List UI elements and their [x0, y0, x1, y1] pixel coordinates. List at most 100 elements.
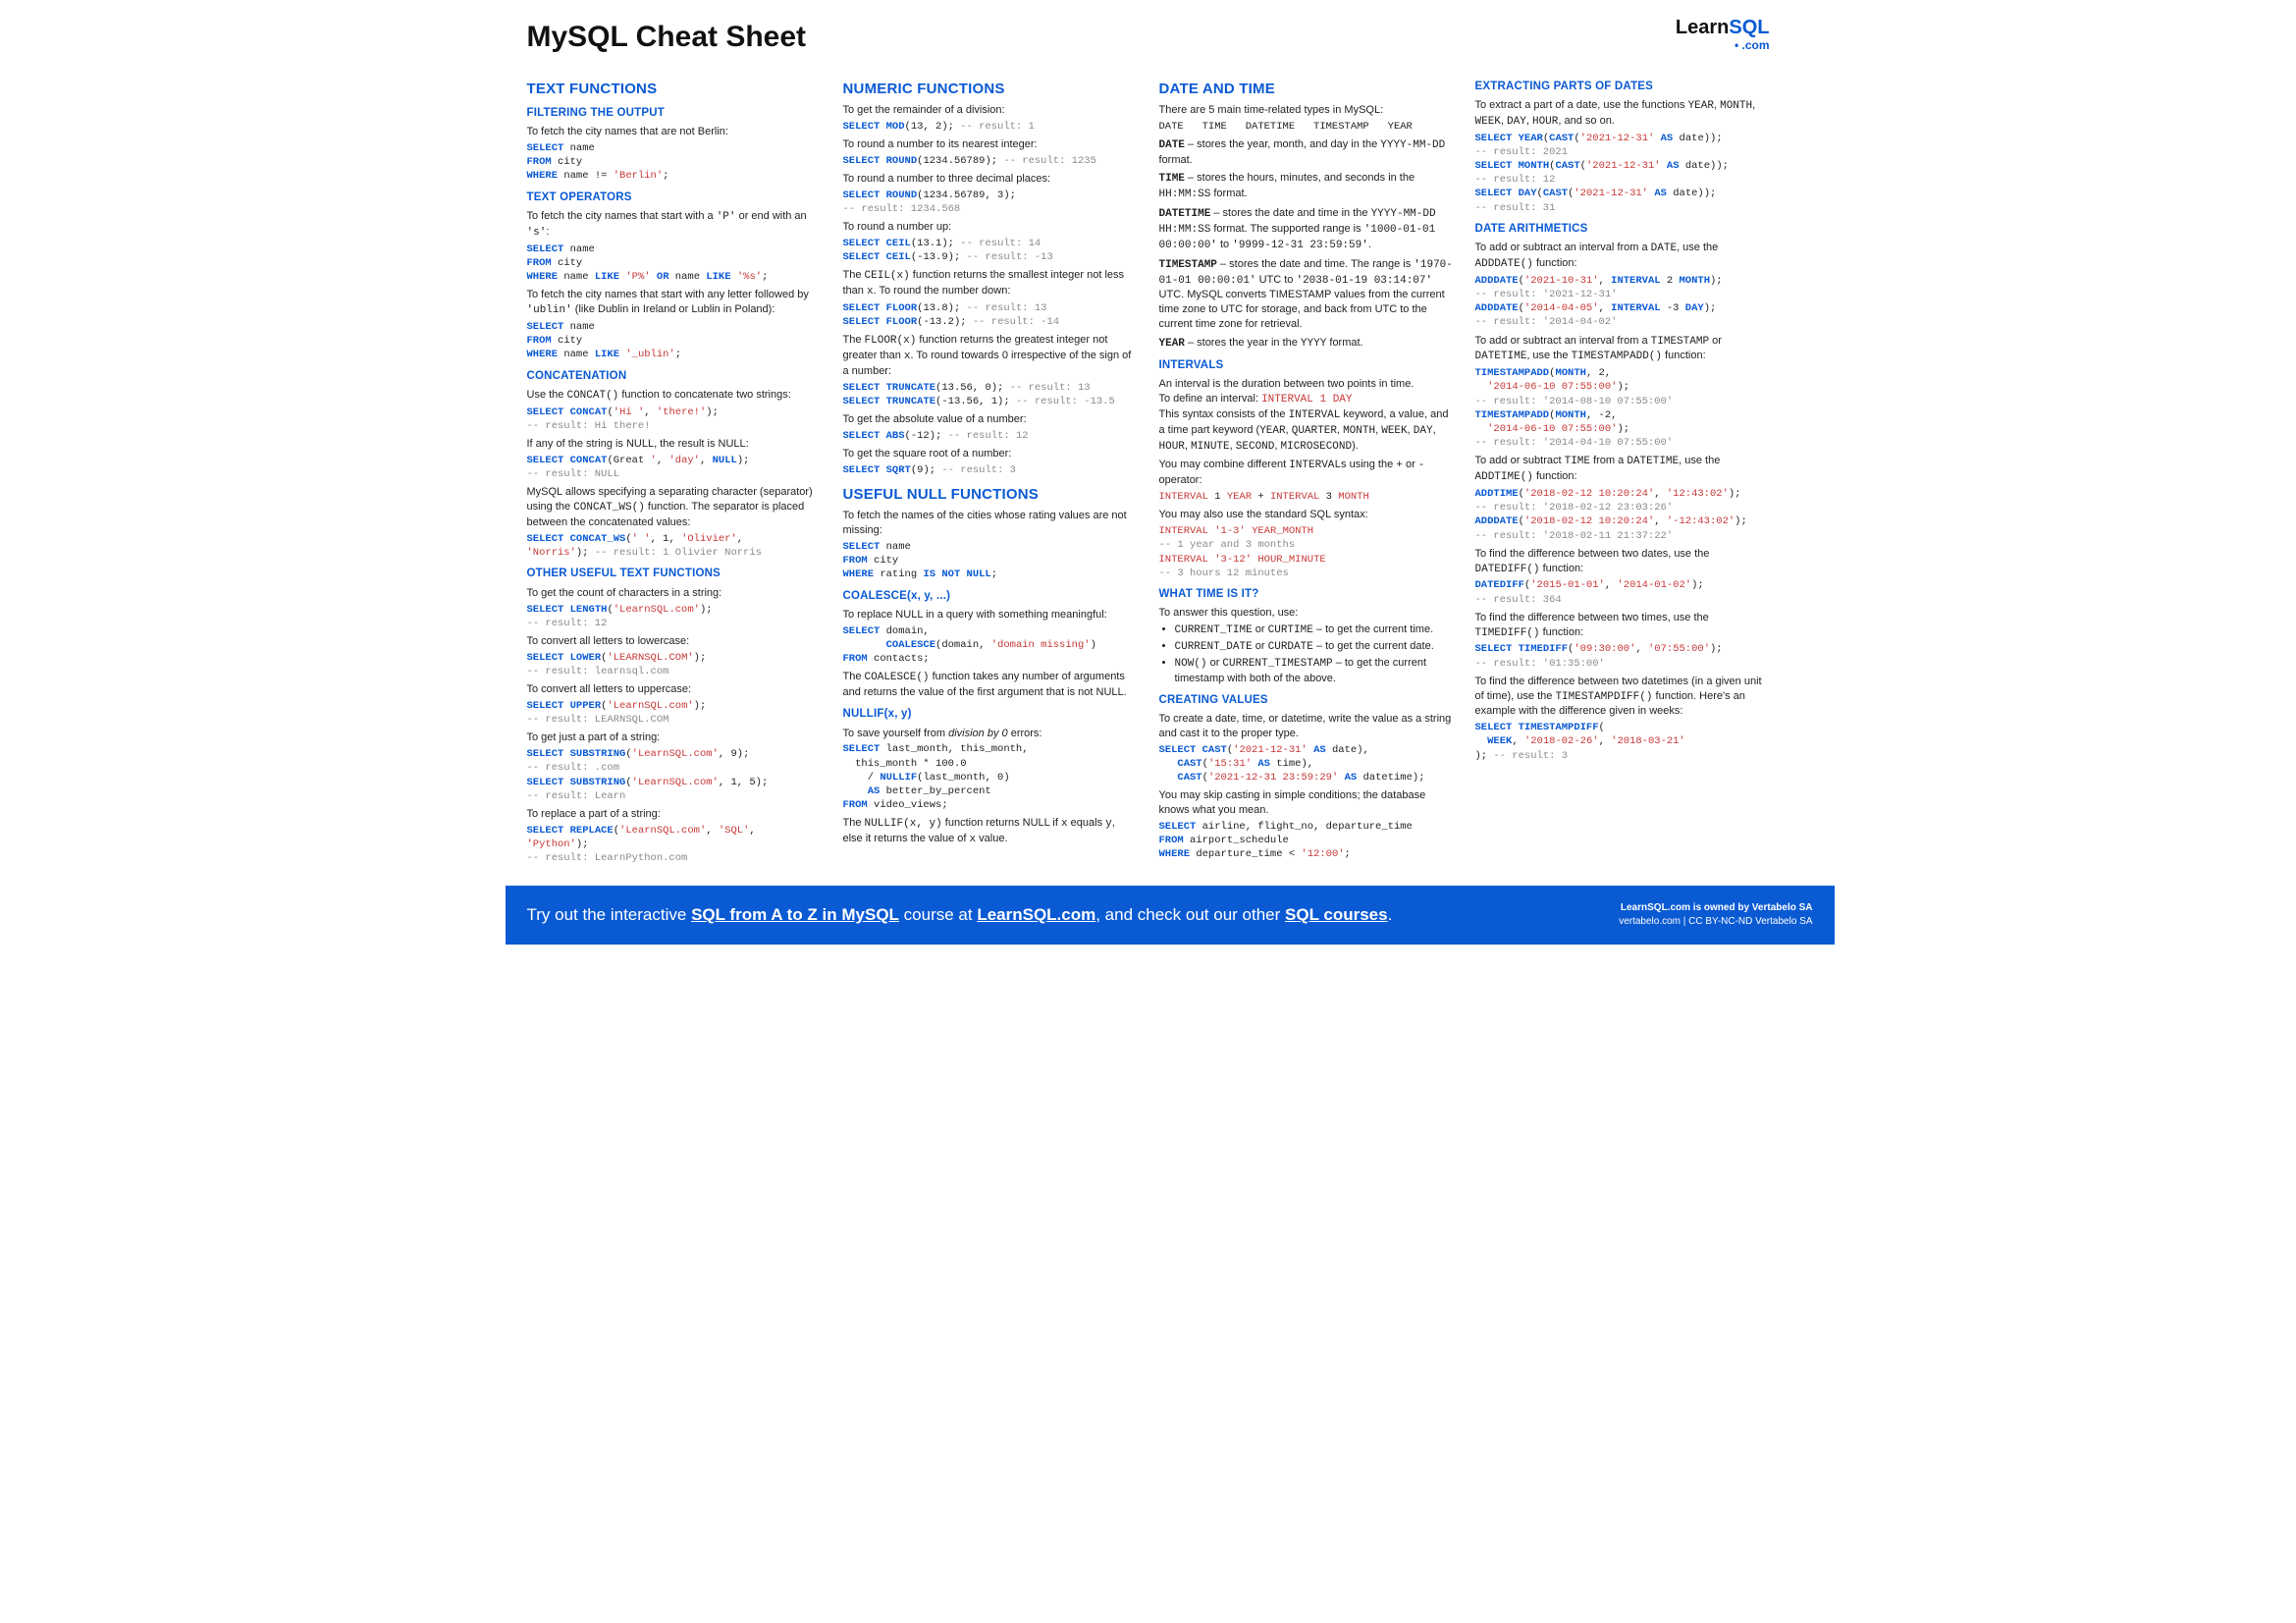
para: To add or subtract TIME from a DATETIME,…: [1475, 454, 1770, 485]
para: To round a number to three decimal place…: [843, 172, 1138, 187]
code-block: SELECT ABS(-12); -- result: 12: [843, 429, 1138, 443]
list-item: CURRENT_TIME or CURTIME – to get the cur…: [1175, 622, 1454, 638]
heading-nullif: NULLIF(x, y): [843, 707, 1138, 723]
heading-coalesce: COALESCE(x, y, ...): [843, 589, 1138, 605]
para: To convert all letters to lowercase:: [527, 634, 822, 649]
heading-other-text: OTHER USEFUL TEXT FUNCTIONS: [527, 567, 822, 582]
code-block: SELECT domain, COALESCE(domain, 'domain …: [843, 624, 1138, 667]
columns: TEXT FUNCTIONS FILTERING THE OUTPUT To f…: [527, 72, 1770, 869]
para: To extract a part of a date, use the fun…: [1475, 98, 1770, 130]
code-block: DATE TIME DATETIME TIMESTAMP YEAR: [1159, 120, 1454, 134]
para: YEAR – stores the year in the YYYY forma…: [1159, 336, 1454, 352]
para: To find the difference between two dates…: [1475, 547, 1770, 577]
header: MySQL Cheat Sheet LearnSQL • .com: [527, 18, 1770, 58]
para: To fetch the names of the cities whose r…: [843, 509, 1138, 538]
column-2: NUMERIC FUNCTIONS To get the remainder o…: [843, 72, 1138, 869]
code-block: INTERVAL '1-3' YEAR_MONTH -- 1 year and …: [1159, 524, 1454, 580]
code-block: SELECT YEAR(CAST('2021-12-31' AS date));…: [1475, 132, 1770, 215]
code-block: SELECT name FROM city WHERE name LIKE '_…: [527, 320, 822, 362]
heading-null: USEFUL NULL FUNCTIONS: [843, 485, 1138, 505]
para: To save yourself from division by 0 erro…: [843, 727, 1138, 741]
para: Use the CONCAT() function to concatenate…: [527, 388, 822, 404]
para: DATETIME – stores the date and time in t…: [1159, 206, 1454, 253]
para: To replace NULL in a query with somethin…: [843, 608, 1138, 622]
heading-extracting: EXTRACTING PARTS OF DATES: [1475, 80, 1770, 95]
para: To get the square root of a number:: [843, 447, 1138, 461]
code-block: SELECT name FROM city WHERE rating IS NO…: [843, 540, 1138, 582]
code-block: SELECT REPLACE('LearnSQL.com', 'SQL', 'P…: [527, 824, 822, 866]
code-block: SELECT ROUND(1234.56789); -- result: 123…: [843, 154, 1138, 168]
para: To round a number to its nearest integer…: [843, 137, 1138, 152]
code-block: SELECT CONCAT('Hi ', 'there!'); -- resul…: [527, 406, 822, 433]
code-block: SELECT TRUNCATE(13.56, 0); -- result: 13…: [843, 381, 1138, 408]
code-block: SELECT CONCAT_WS(' ', 1, 'Olivier', 'Nor…: [527, 532, 822, 560]
para: To fetch the city names that start with …: [527, 209, 822, 241]
para: You may also use the standard SQL syntax…: [1159, 508, 1454, 522]
heading-text-functions: TEXT FUNCTIONS: [527, 80, 822, 99]
para: The CEIL(x) function returns the smalles…: [843, 268, 1138, 299]
code-block: SELECT LOWER('LEARNSQL.COM'); -- result:…: [527, 651, 822, 678]
code-block: ADDDATE('2021-10-31', INTERVAL 2 MONTH);…: [1475, 274, 1770, 330]
heading-date-time: DATE AND TIME: [1159, 80, 1454, 99]
learnsql-logo: LearnSQL • .com: [1676, 18, 1770, 51]
para: To get the absolute value of a number:: [843, 412, 1138, 427]
footer-license: vertabelo.com | CC BY-NC-ND Vertabelo SA: [1619, 916, 1812, 927]
para: To get just a part of a string:: [527, 730, 822, 745]
heading-what-time: WHAT TIME IS IT?: [1159, 587, 1454, 603]
para: To replace a part of a string:: [527, 807, 822, 822]
heading-intervals: INTERVALS: [1159, 358, 1454, 374]
para: To get the count of characters in a stri…: [527, 586, 822, 601]
para: To fetch the city names that start with …: [527, 288, 822, 318]
code-block: DATEDIFF('2015-01-01', '2014-01-02'); --…: [1475, 578, 1770, 606]
list-item: NOW() or CURRENT_TIMESTAMP – to get the …: [1175, 656, 1454, 686]
para: MySQL allows specifying a separating cha…: [527, 485, 822, 530]
code-block: SELECT MOD(13, 2); -- result: 1: [843, 120, 1138, 134]
heading-creating-values: CREATING VALUES: [1159, 693, 1454, 709]
logo-sql: SQL: [1729, 17, 1769, 38]
para: To find the difference between two times…: [1475, 611, 1770, 641]
code-block: SELECT last_month, this_month, this_mont…: [843, 742, 1138, 812]
para: To round a number up:: [843, 220, 1138, 235]
para: To answer this question, use:: [1159, 606, 1454, 621]
page-title: MySQL Cheat Sheet: [527, 18, 807, 58]
para: To add or subtract an interval from a TI…: [1475, 334, 1770, 365]
code-block: SELECT TIMEDIFF('09:30:00', '07:55:00');…: [1475, 642, 1770, 670]
heading-concatenation: CONCATENATION: [527, 369, 822, 385]
code-block: SELECT LENGTH('LearnSQL.com'); -- result…: [527, 603, 822, 630]
list-item: CURRENT_DATE or CURDATE – to get the cur…: [1175, 639, 1454, 655]
code-block: SELECT SUBSTRING('LearnSQL.com', 9); -- …: [527, 747, 822, 803]
column-4: EXTRACTING PARTS OF DATES To extract a p…: [1475, 72, 1770, 869]
cheatsheet-page: MySQL Cheat Sheet LearnSQL • .com TEXT F…: [506, 0, 1791, 945]
footer-right: LearnSQL.com is owned by Vertabelo SA ve…: [1619, 901, 1812, 929]
column-1: TEXT FUNCTIONS FILTERING THE OUTPUT To f…: [527, 72, 822, 869]
para: There are 5 main time-related types in M…: [1159, 103, 1454, 118]
code-block: SELECT FLOOR(13.8); -- result: 13 SELECT…: [843, 301, 1138, 329]
para: An interval is the duration between two …: [1159, 377, 1454, 454]
para: If any of the string is NULL, the result…: [527, 437, 822, 452]
code-block: SELECT CAST('2021-12-31' AS date), CAST(…: [1159, 743, 1454, 785]
para: To create a date, time, or datetime, wri…: [1159, 712, 1454, 741]
para: You may skip casting in simple condition…: [1159, 788, 1454, 818]
code-block: ADDTIME('2018-02-12 10:20:24', '12:43:02…: [1475, 487, 1770, 543]
para: DATE – stores the year, month, and day i…: [1159, 137, 1454, 168]
heading-date-arith: DATE ARITHMETICS: [1475, 222, 1770, 238]
code-block: SELECT CEIL(13.1); -- result: 14 SELECT …: [843, 237, 1138, 264]
para: To add or subtract an interval from a DA…: [1475, 241, 1770, 272]
code-block: SELECT CONCAT(Great ', 'day', NULL); -- …: [527, 454, 822, 481]
heading-text-operators: TEXT OPERATORS: [527, 190, 822, 206]
logo-learn: Learn: [1676, 17, 1729, 38]
footer-owner: LearnSQL.com is owned by Vertabelo SA: [1621, 902, 1813, 913]
column-3: DATE AND TIME There are 5 main time-rela…: [1159, 72, 1454, 869]
code-block: SELECT UPPER('LearnSQL.com'); -- result:…: [527, 699, 822, 727]
para: TIMESTAMP – stores the date and time. Th…: [1159, 257, 1454, 332]
para: The NULLIF(x, y) function returns NULL i…: [843, 816, 1138, 847]
heading-numeric: NUMERIC FUNCTIONS: [843, 80, 1138, 99]
para: TIME – stores the hours, minutes, and se…: [1159, 171, 1454, 202]
para: To fetch the city names that are not Ber…: [527, 125, 822, 139]
time-list: CURRENT_TIME or CURTIME – to get the cur…: [1175, 622, 1454, 685]
code-block: SELECT airline, flight_no, departure_tim…: [1159, 820, 1454, 862]
code-block: INTERVAL 1 YEAR + INTERVAL 3 MONTH: [1159, 490, 1454, 504]
para: You may combine different INTERVALs usin…: [1159, 458, 1454, 488]
code-block: SELECT name FROM city WHERE name LIKE 'P…: [527, 243, 822, 285]
para: To get the remainder of a division:: [843, 103, 1138, 118]
